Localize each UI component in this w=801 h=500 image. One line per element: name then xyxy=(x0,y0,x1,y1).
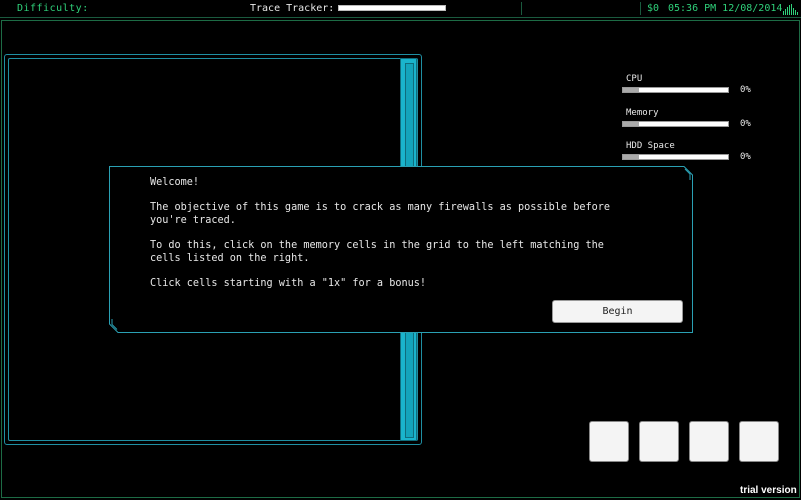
begin-button[interactable]: Begin xyxy=(552,300,683,323)
target-cell-slot[interactable] xyxy=(589,421,629,462)
hdd-value: 0% xyxy=(740,152,751,162)
trace-tracker-label: Trace Tracker: xyxy=(250,3,335,14)
memory-label: Memory xyxy=(626,108,659,118)
difficulty-label: Difficulty: xyxy=(17,3,89,14)
target-cell-slot[interactable] xyxy=(739,421,779,462)
dialog-bonus: Click cells starting with a "1x" for a b… xyxy=(150,278,427,289)
signal-icon xyxy=(783,4,799,15)
memory-value: 0% xyxy=(740,119,751,129)
dialog-text: Welcome! The objective of this game is t… xyxy=(150,176,680,302)
target-cell-slot[interactable] xyxy=(689,421,729,462)
welcome-dialog: Welcome! The objective of this game is t… xyxy=(109,166,693,333)
target-cell-slot[interactable] xyxy=(639,421,679,462)
memory-bar xyxy=(622,121,729,127)
dialog-objective: The objective of this game is to crack a… xyxy=(150,202,611,226)
top-divider xyxy=(640,2,641,15)
top-status-bar: Difficulty: Trace Tracker: $0 05:36 PM 1… xyxy=(0,0,801,18)
cpu-bar xyxy=(622,87,729,93)
trace-tracker-bar xyxy=(338,5,446,11)
clock-display: 05:36 PM 12/08/2014 xyxy=(668,3,783,14)
cpu-label: CPU xyxy=(626,74,643,84)
cpu-value: 0% xyxy=(740,85,751,95)
trial-version-label: trial version xyxy=(740,485,797,496)
hdd-label: HDD Space xyxy=(626,141,675,151)
dialog-welcome: Welcome! xyxy=(150,177,200,188)
hdd-bar xyxy=(622,154,729,160)
dialog-instructions: To do this, click on the memory cells in… xyxy=(150,240,604,264)
top-divider xyxy=(521,2,522,15)
money-display: $0 xyxy=(647,3,660,14)
